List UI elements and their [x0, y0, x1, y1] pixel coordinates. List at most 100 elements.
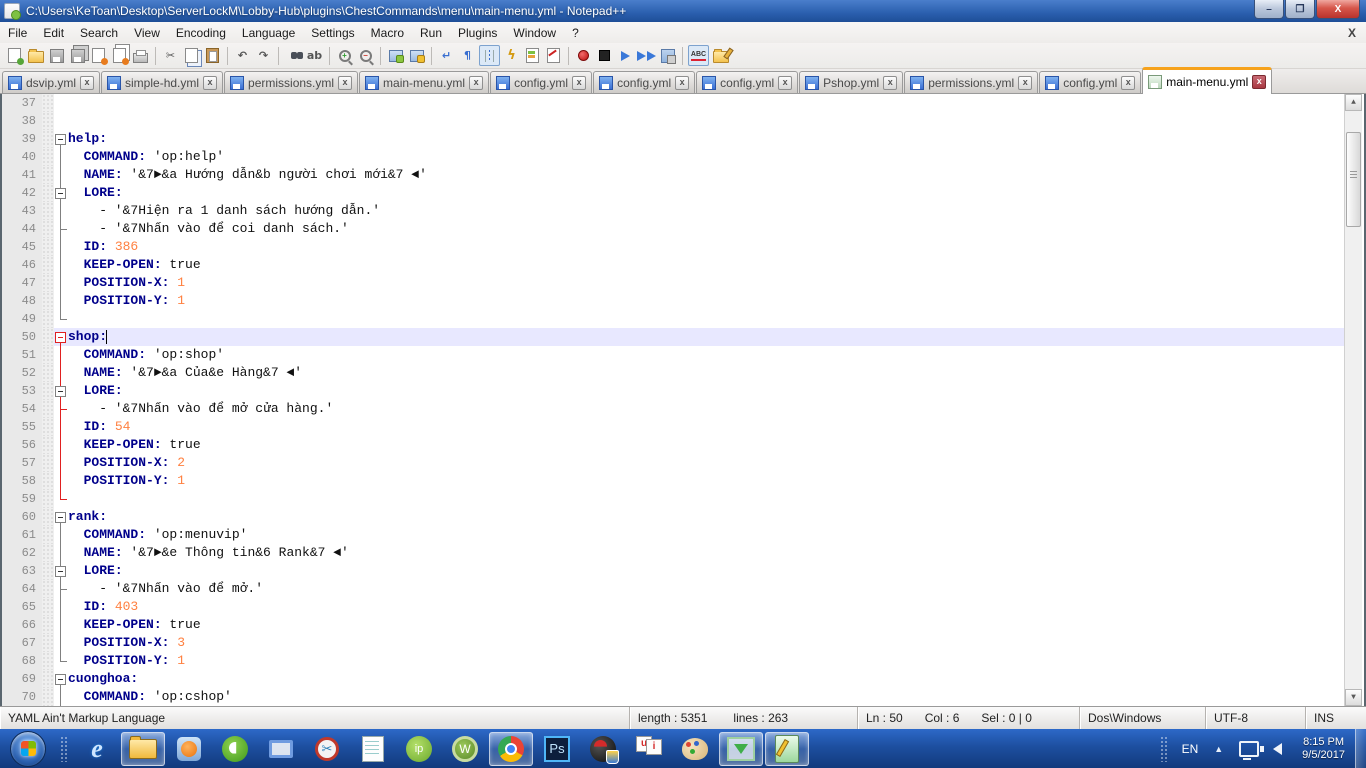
- tab-close-icon[interactable]: x: [338, 76, 352, 90]
- tab-config-yml[interactable]: config.ymlx: [1039, 71, 1141, 93]
- taskbar-app-snipping-tool[interactable]: ✂: [305, 732, 349, 766]
- tab-close-icon[interactable]: x: [1121, 76, 1135, 90]
- menu-item-[interactable]: ?: [564, 24, 587, 42]
- volume-icon[interactable]: [1273, 743, 1282, 755]
- menu-item-encoding[interactable]: Encoding: [168, 24, 234, 42]
- tab-config-yml[interactable]: config.ymlx: [490, 71, 592, 93]
- stop-macro-icon[interactable]: [595, 46, 614, 65]
- taskbar-app-unikey[interactable]: ui: [627, 732, 671, 766]
- fold-collapse-box[interactable]: [54, 184, 68, 202]
- show-hidden-icons-chevron-icon[interactable]: ▲: [1214, 744, 1223, 754]
- doc-map-icon[interactable]: [523, 46, 542, 65]
- taskbar-app-ip-app[interactable]: ip: [397, 732, 441, 766]
- scrollbar-thumb[interactable]: [1346, 132, 1361, 227]
- taskbar-app-security-app[interactable]: [581, 732, 625, 766]
- tab-close-icon[interactable]: x: [203, 76, 217, 90]
- taskbar-app-photoshop[interactable]: Ps: [535, 732, 579, 766]
- menu-item-macro[interactable]: Macro: [363, 24, 412, 42]
- tab-close-icon[interactable]: x: [1018, 76, 1032, 90]
- scroll-down-arrow-icon[interactable]: ▼: [1345, 689, 1362, 706]
- close-button[interactable]: X: [1316, 0, 1360, 19]
- clock[interactable]: 8:15 PM 9/5/2017: [1302, 736, 1345, 762]
- plugin-icon[interactable]: [711, 46, 730, 65]
- tab-main-menu-yml[interactable]: main-menu.ymlx: [1142, 67, 1272, 94]
- tab-permissions-yml[interactable]: permissions.ymlx: [904, 71, 1038, 93]
- record-macro-icon[interactable]: [574, 46, 593, 65]
- menubar-close-icon[interactable]: X: [1348, 26, 1356, 40]
- spell-check-icon[interactable]: ABC: [688, 45, 709, 66]
- taskbar-app-coccoc-browser[interactable]: [213, 732, 257, 766]
- function-list-icon[interactable]: ϟ: [502, 46, 521, 65]
- word-wrap-icon[interactable]: ↵: [437, 46, 456, 65]
- zoom-in-icon[interactable]: +: [335, 46, 354, 65]
- fold-collapse-box[interactable]: [54, 562, 68, 580]
- vertical-scrollbar[interactable]: ▲ ▼: [1344, 94, 1362, 706]
- menu-item-settings[interactable]: Settings: [303, 24, 362, 42]
- print-icon[interactable]: [131, 46, 150, 65]
- close-icon[interactable]: [89, 46, 108, 65]
- scroll-up-arrow-icon[interactable]: ▲: [1345, 94, 1362, 111]
- network-icon[interactable]: [1239, 741, 1259, 757]
- show-all-chars-icon[interactable]: ¶: [458, 46, 477, 65]
- menu-item-search[interactable]: Search: [72, 24, 126, 42]
- tab-close-icon[interactable]: x: [80, 76, 94, 90]
- tab-permissions-yml[interactable]: permissions.ymlx: [224, 71, 358, 93]
- taskbar-app-internet-explorer[interactable]: e: [75, 732, 119, 766]
- save-all-icon[interactable]: [68, 46, 87, 65]
- language-indicator[interactable]: EN: [1182, 742, 1199, 756]
- menu-item-edit[interactable]: Edit: [35, 24, 72, 42]
- tab-config-yml[interactable]: config.ymlx: [593, 71, 695, 93]
- cut-icon[interactable]: ✂: [161, 46, 180, 65]
- tab-close-icon[interactable]: x: [1252, 75, 1266, 89]
- sync-scroll-h-icon[interactable]: [407, 46, 426, 65]
- show-desktop-button[interactable]: [1355, 729, 1366, 768]
- taskbar-app-downloader[interactable]: [719, 732, 763, 766]
- close-all-icon[interactable]: [110, 46, 129, 65]
- start-button[interactable]: [10, 731, 46, 767]
- taskbar-app-paint[interactable]: [673, 732, 717, 766]
- open-folder-icon[interactable]: [26, 46, 45, 65]
- taskbar-app-notepad-plus-plus[interactable]: [765, 732, 809, 766]
- tab-dsvip-yml[interactable]: dsvip.ymlx: [2, 71, 100, 93]
- find-icon[interactable]: [284, 46, 303, 65]
- taskbar-app-window-frame-app[interactable]: [259, 732, 303, 766]
- tab-close-icon[interactable]: x: [469, 76, 483, 90]
- save-icon[interactable]: [47, 46, 66, 65]
- sync-scroll-v-icon[interactable]: [386, 46, 405, 65]
- fold-collapse-box[interactable]: [54, 670, 68, 688]
- menu-item-plugins[interactable]: Plugins: [450, 24, 505, 42]
- doc-monitor-icon[interactable]: [544, 46, 563, 65]
- fold-collapse-box[interactable]: [54, 382, 68, 400]
- taskbar-app-windows-explorer[interactable]: [121, 732, 165, 766]
- menu-item-language[interactable]: Language: [234, 24, 303, 42]
- minimize-button[interactable]: –: [1254, 0, 1284, 19]
- fold-collapse-box[interactable]: [54, 508, 68, 526]
- tab-config-yml[interactable]: config.ymlx: [696, 71, 798, 93]
- taskbar-app-wondershare[interactable]: W: [443, 732, 487, 766]
- save-macro-icon[interactable]: [658, 46, 677, 65]
- tab-close-icon[interactable]: x: [675, 76, 689, 90]
- play-macro-icon[interactable]: [616, 46, 635, 65]
- zoom-out-icon[interactable]: −: [356, 46, 375, 65]
- run-macro-multiple-icon[interactable]: [637, 46, 656, 65]
- copy-icon[interactable]: [182, 46, 201, 65]
- tab-close-icon[interactable]: x: [778, 76, 792, 90]
- menu-item-file[interactable]: File: [0, 24, 35, 42]
- restore-button[interactable]: ❐: [1285, 0, 1315, 19]
- menu-item-window[interactable]: Window: [505, 24, 564, 42]
- paste-icon[interactable]: [203, 46, 222, 65]
- undo-icon[interactable]: ↶: [233, 46, 252, 65]
- tab-main-menu-yml[interactable]: main-menu.ymlx: [359, 71, 489, 93]
- menu-item-view[interactable]: View: [126, 24, 168, 42]
- tab-simple-hd-yml[interactable]: simple-hd.ymlx: [101, 71, 223, 93]
- replace-icon[interactable]: ab: [305, 46, 324, 65]
- taskbar-app-media-player[interactable]: [167, 732, 211, 766]
- fold-collapse-box[interactable]: [54, 130, 68, 148]
- indent-guide-icon[interactable]: [479, 45, 500, 66]
- redo-icon[interactable]: ↷: [254, 46, 273, 65]
- tab-close-icon[interactable]: x: [572, 76, 586, 90]
- taskbar-app-notepad[interactable]: [351, 732, 395, 766]
- tab-Pshop-yml[interactable]: Pshop.ymlx: [799, 71, 903, 93]
- menu-item-run[interactable]: Run: [412, 24, 450, 42]
- tab-close-icon[interactable]: x: [883, 76, 897, 90]
